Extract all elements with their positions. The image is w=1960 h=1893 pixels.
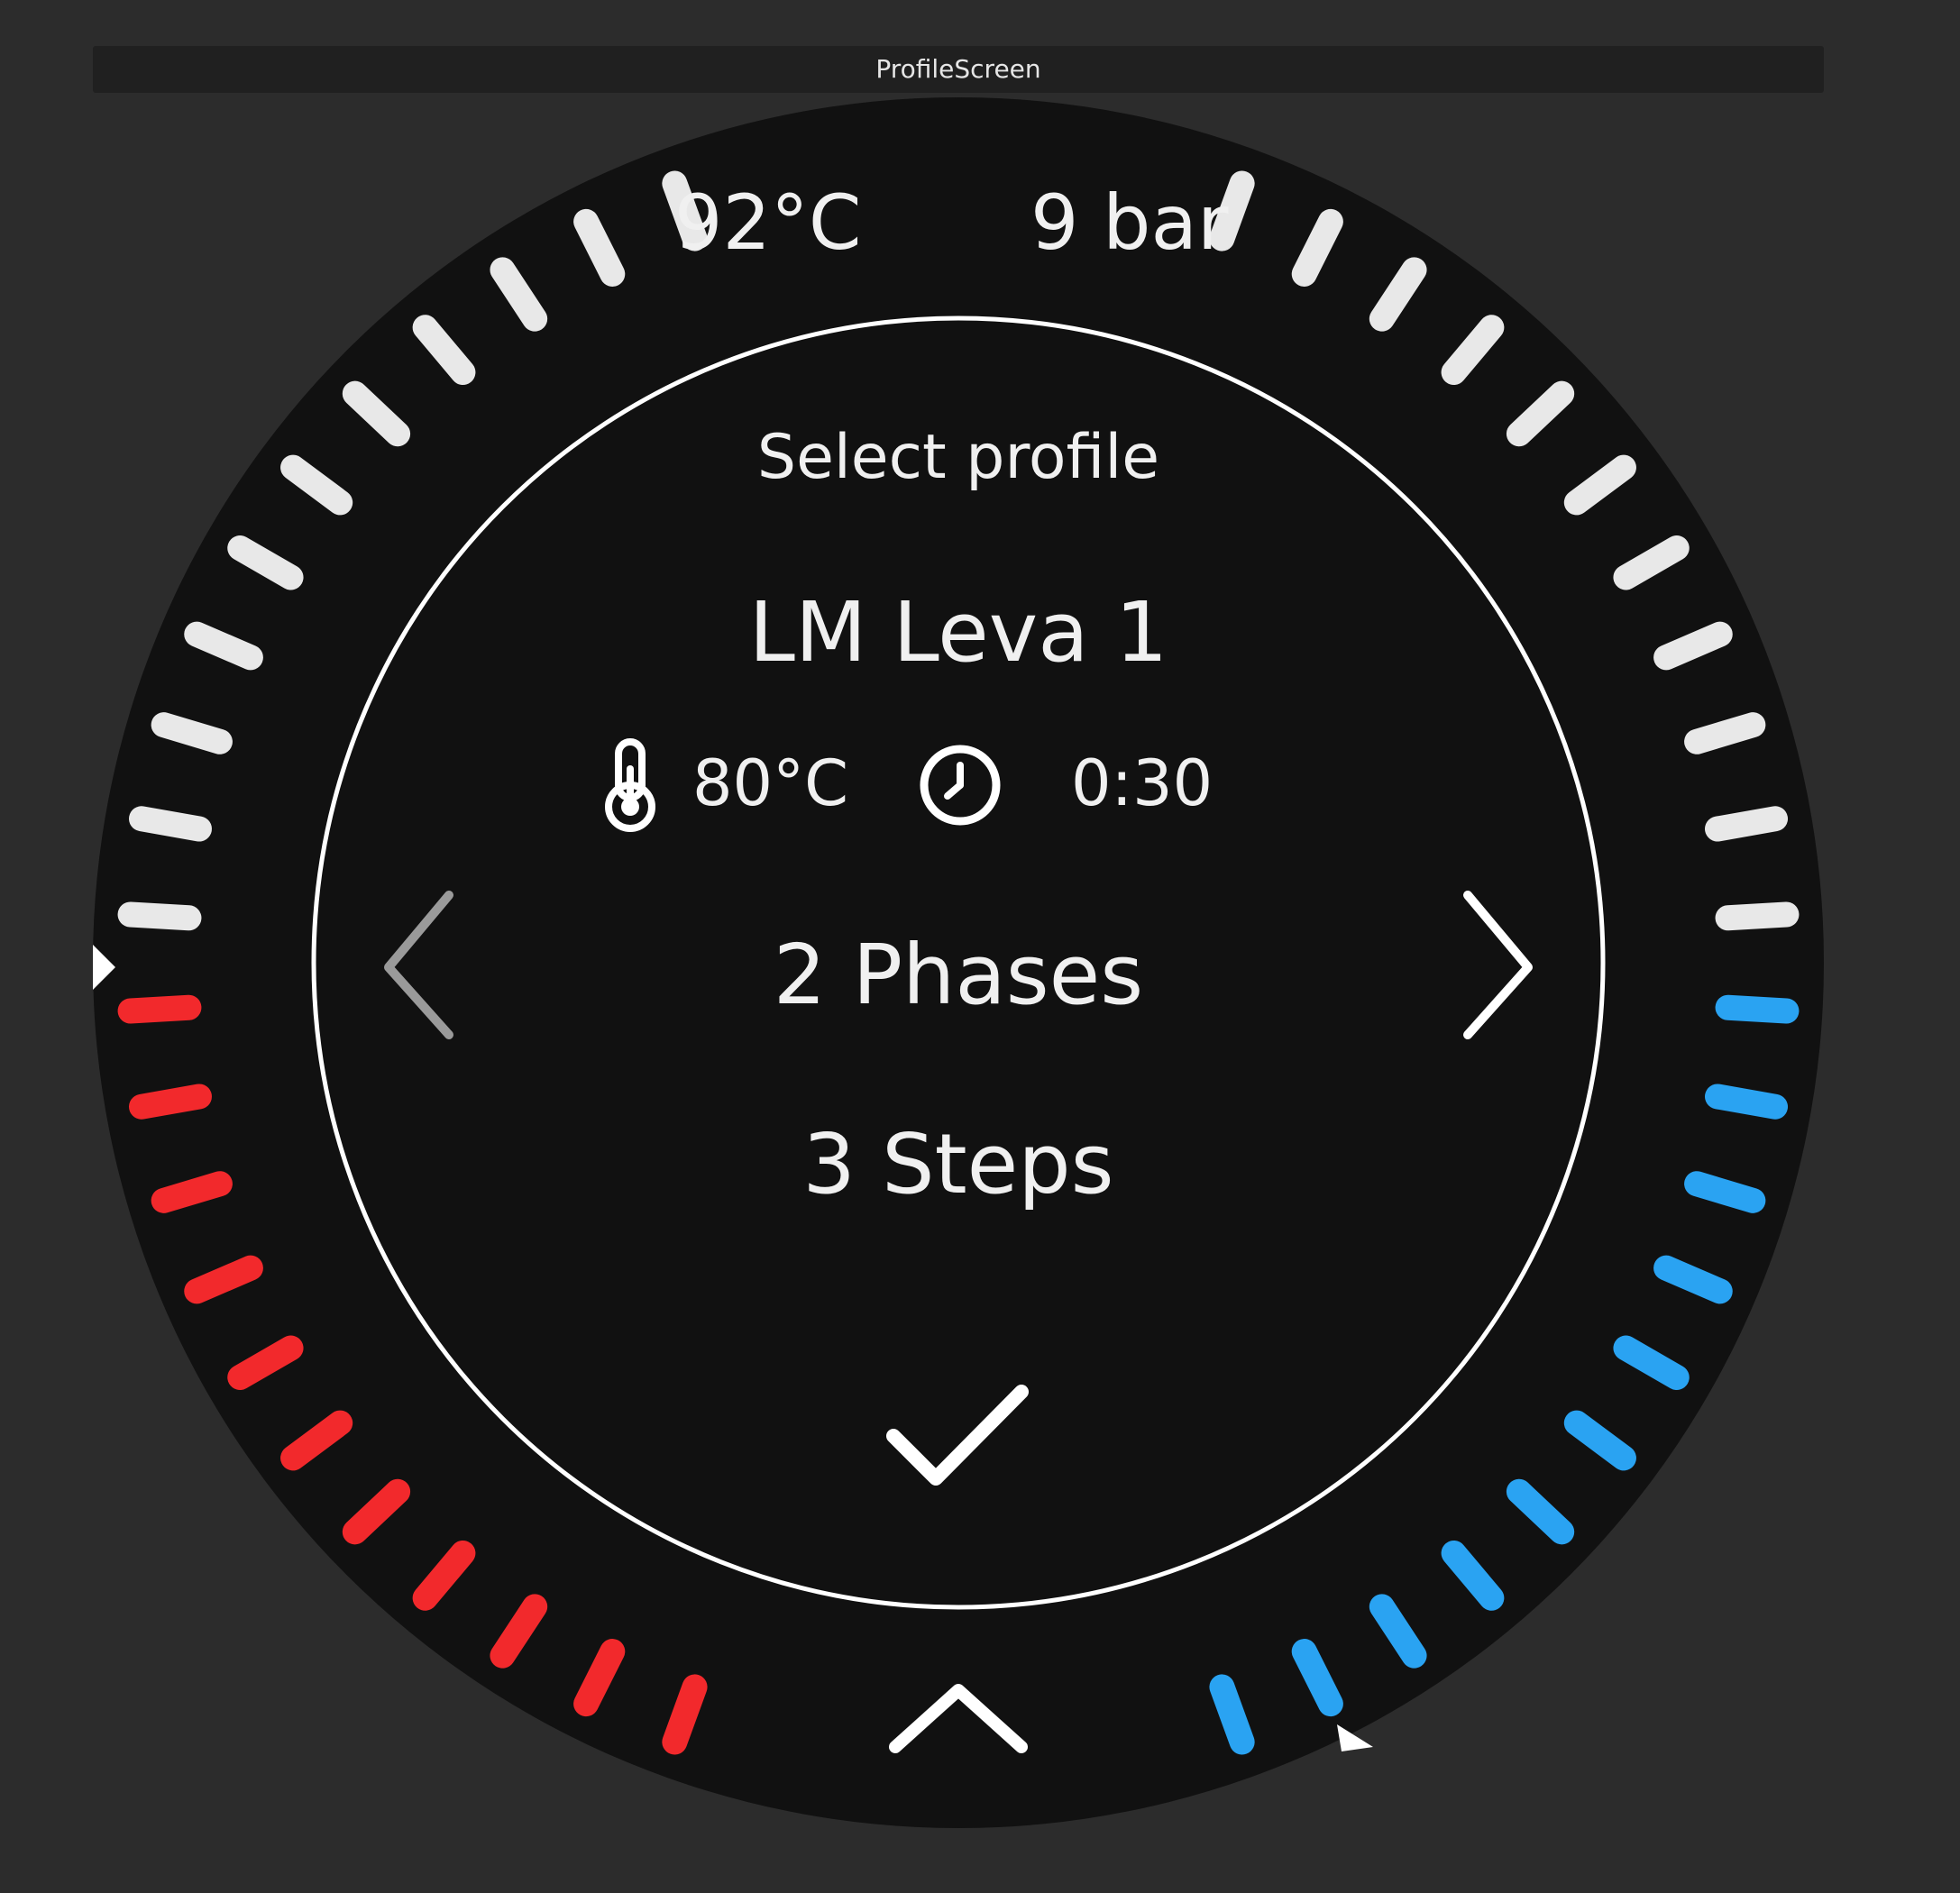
current-temperature: 92°C — [674, 178, 862, 267]
pressure-tick — [1705, 1084, 1789, 1120]
profile-steps: 3 Steps — [802, 1116, 1114, 1212]
screen-heading: Select profile — [756, 422, 1160, 493]
pressure-tick — [1715, 901, 1800, 931]
profile-temperature: 80°C — [692, 746, 848, 820]
temperature-tick — [117, 901, 202, 931]
window-title: ProfileScreen — [93, 46, 1824, 93]
profile-dial: 92°C 9 bar Select profile LM Leva 1 80°C… — [93, 97, 1824, 1828]
current-pressure: 9 bar — [1030, 178, 1229, 267]
profile-duration: 0:30 — [1071, 746, 1214, 820]
pressure-tick — [1684, 712, 1766, 754]
pressure-tick — [1705, 806, 1789, 842]
profile-name: LM Leva 1 — [748, 584, 1168, 681]
temperature-tick — [128, 1084, 212, 1120]
expand-menu-button[interactable] — [868, 1666, 1049, 1774]
temperature-tick — [151, 712, 233, 754]
temperature-tick — [128, 806, 212, 842]
profile-phases: 2 Phases — [773, 927, 1144, 1023]
confirm-profile-button[interactable] — [868, 1359, 1049, 1504]
